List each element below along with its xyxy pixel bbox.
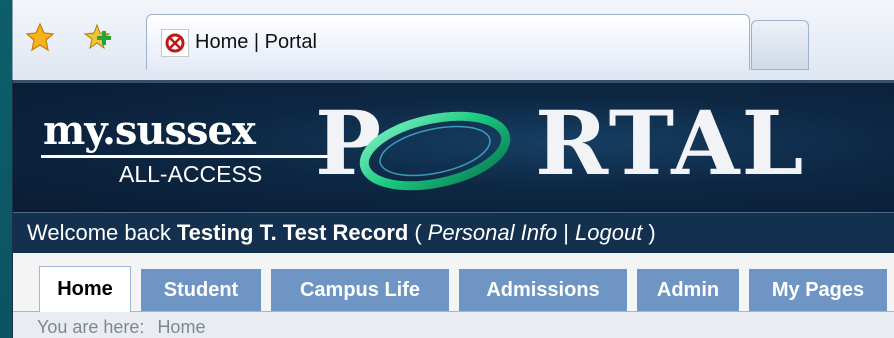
logo-sub-text: ALL-ACCESS [119, 161, 263, 187]
portal-ring-icon [359, 111, 511, 191]
logo-main-text: my.sussex [43, 107, 256, 154]
personal-info-link[interactable]: Personal Info [428, 220, 558, 246]
logo-portal-rtal: RTAL [535, 91, 806, 195]
logo-underline [41, 155, 341, 158]
browser-toolbar: Home | Portal [12, 0, 894, 80]
tab-admissions[interactable]: Admissions [459, 269, 627, 311]
link-separator: | [563, 220, 570, 245]
new-tab-button[interactable] [751, 20, 809, 70]
portal-banner: my.sussex ALL-ACCESS P RTAL [13, 80, 894, 215]
tab-campus-life[interactable]: Campus Life [271, 269, 449, 311]
browser-tab-active[interactable]: Home | Portal [146, 14, 750, 70]
main-nav: Home Student Campus Life Admissions Admi… [13, 253, 894, 312]
user-name: Testing T. Test Record [176, 220, 409, 245]
tab-admin[interactable]: Admin [637, 269, 739, 311]
open-paren: ( [414, 220, 422, 245]
breadcrumb: You are here: Home [13, 312, 894, 338]
portal-page: my.sussex ALL-ACCESS P RTAL Welcome back… [12, 80, 894, 338]
browser-tab-title: Home | Portal [195, 31, 317, 53]
breadcrumb-current[interactable]: Home [157, 317, 205, 337]
site-favicon [161, 29, 189, 57]
add-bookmark-icon[interactable] [81, 20, 115, 54]
tab-home[interactable]: Home [39, 266, 131, 312]
tab-student[interactable]: Student [141, 269, 261, 311]
logout-link[interactable]: Logout [575, 220, 642, 246]
welcome-prefix: Welcome back [27, 220, 171, 245]
welcome-bar: Welcome back Testing T. Test Record ( Pe… [13, 212, 894, 253]
close-paren: ) [648, 220, 656, 245]
breadcrumb-label: You are here: [37, 317, 145, 337]
star-bookmark-icon[interactable] [23, 20, 57, 54]
tab-my-pages[interactable]: My Pages [749, 269, 887, 311]
